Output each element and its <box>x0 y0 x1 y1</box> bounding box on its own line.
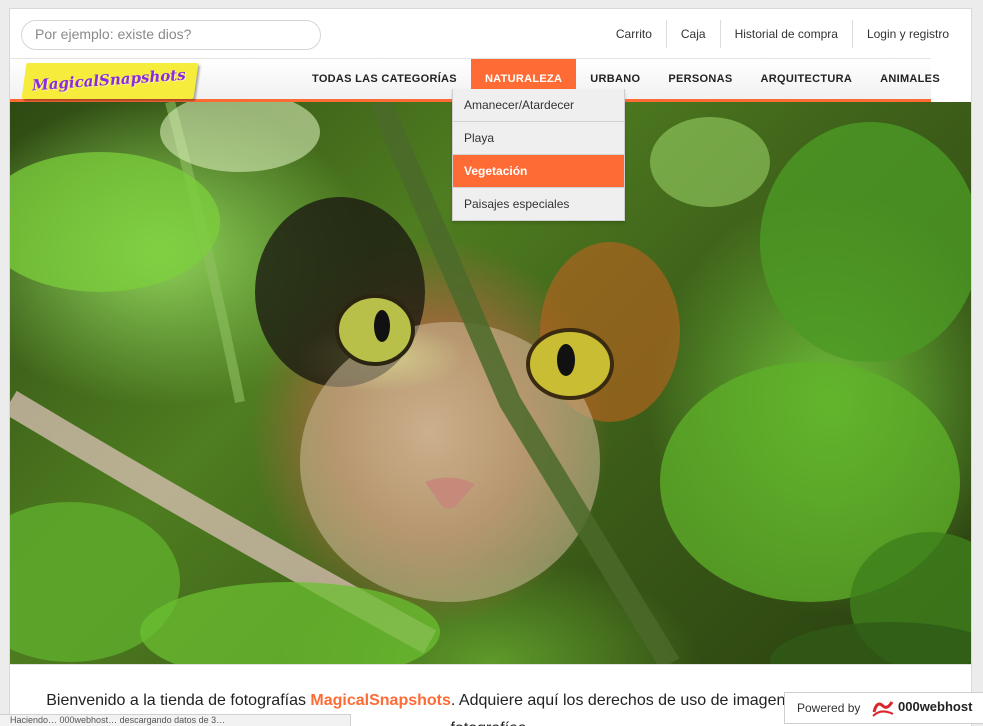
top-links: Carrito Caja Historial de compra Login y… <box>602 20 961 48</box>
welcome-prefix: Bienvenido a la tienda de fotografías <box>46 692 311 709</box>
nav-item-all-categories[interactable]: TODAS LAS CATEGORÍAS <box>298 59 471 99</box>
search-box[interactable] <box>21 20 321 50</box>
dropdown-item-vegetacion[interactable]: Vegetación <box>453 155 624 188</box>
cart-link[interactable]: Carrito <box>602 20 666 48</box>
purchase-history-link[interactable]: Historial de compra <box>719 20 852 48</box>
browser-status-bar: Haciendo… 000webhost… descargando datos … <box>0 714 351 726</box>
nav-item-personas[interactable]: PERSONAS <box>654 59 746 99</box>
dropdown-item-playa[interactable]: Playa <box>453 122 624 155</box>
top-bar: Carrito Caja Historial de compra Login y… <box>10 9 971 58</box>
nav-menu: TODAS LAS CATEGORÍAS NATURALEZA URBANO P… <box>298 59 954 99</box>
powered-by-name: 000webhost <box>898 699 973 714</box>
nav-item-arquitectura[interactable]: ARQUITECTURA <box>747 59 867 99</box>
welcome-brand: MagicalSnapshots <box>310 692 451 709</box>
checkout-link[interactable]: Caja <box>665 20 720 48</box>
webhost-logo-icon <box>872 701 894 717</box>
nav-item-animales[interactable]: ANIMALES <box>866 59 954 99</box>
login-register-link[interactable]: Login y registro <box>851 20 961 48</box>
dropdown-item-amanecer[interactable]: Amanecer/Atardecer <box>453 89 624 122</box>
powered-by-label: Powered by <box>797 701 861 715</box>
powered-by-badge[interactable]: Powered by 000webhost <box>784 692 983 724</box>
naturaleza-dropdown: Amanecer/Atardecer Playa Vegetación Pais… <box>452 89 625 221</box>
dropdown-item-paisajes[interactable]: Paisajes especiales <box>453 188 624 220</box>
search-input[interactable] <box>35 21 305 47</box>
